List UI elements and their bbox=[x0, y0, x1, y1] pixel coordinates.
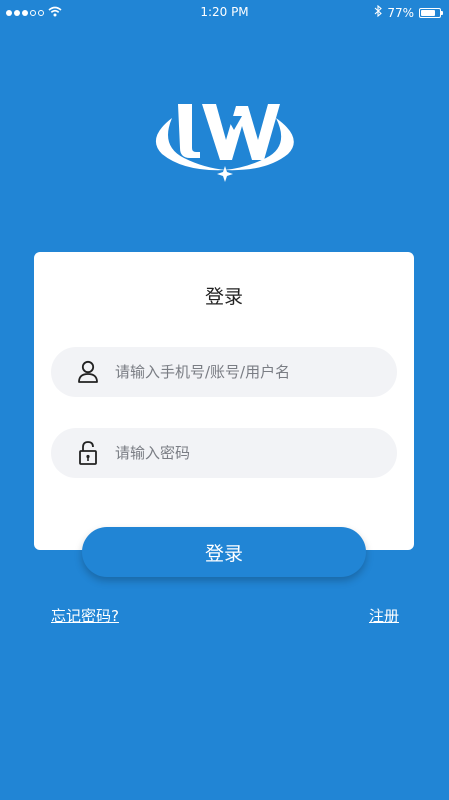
bluetooth-icon bbox=[374, 4, 383, 20]
app-logo bbox=[144, 96, 306, 186]
login-button[interactable]: 登录 bbox=[82, 527, 366, 577]
username-input[interactable] bbox=[115, 363, 385, 381]
login-card: 登录 bbox=[34, 252, 414, 550]
forgot-password-link[interactable]: 忘记密码? bbox=[51, 605, 119, 626]
password-field[interactable] bbox=[51, 428, 397, 478]
status-bar: 1:20 PM 77% bbox=[0, 0, 449, 26]
password-input[interactable] bbox=[115, 444, 385, 462]
user-icon bbox=[75, 359, 101, 385]
register-link[interactable]: 注册 bbox=[369, 605, 399, 626]
battery-percent: 77% bbox=[387, 5, 414, 20]
lock-icon bbox=[75, 440, 101, 466]
login-title: 登录 bbox=[204, 286, 243, 308]
status-right: 77% bbox=[374, 4, 443, 20]
username-field[interactable] bbox=[51, 347, 397, 397]
battery-icon bbox=[419, 7, 443, 18]
battery-fill bbox=[421, 9, 435, 16]
